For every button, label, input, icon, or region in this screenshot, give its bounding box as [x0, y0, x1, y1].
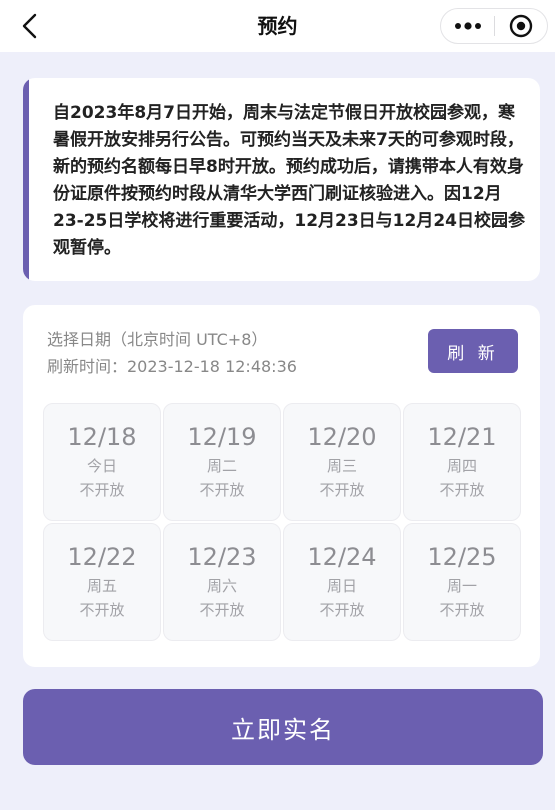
target-close-icon — [509, 14, 533, 38]
notice-card: 自2023年8月7日开始，周末与法定节假日开放校园参观，寒暑假开放安排另行公告。… — [23, 78, 540, 281]
more-dots-icon — [454, 22, 481, 30]
date-cell-weekday: 周二 — [206, 457, 237, 475]
date-grid: 12/18 今日 不开放 12/19 周二 不开放 12/20 周三 不开放 1… — [43, 403, 523, 641]
date-cell-weekday: 周日 — [326, 577, 357, 595]
date-cell-date: 12/19 — [187, 423, 257, 451]
date-cell-date: 12/20 — [307, 423, 377, 451]
notice-accent-bar — [23, 78, 29, 281]
date-cell-weekday: 周五 — [86, 577, 117, 595]
more-button[interactable] — [441, 9, 494, 43]
real-name-button[interactable]: 立即实名 — [23, 689, 543, 765]
date-cell-weekday: 周三 — [326, 457, 357, 475]
date-cell[interactable]: 12/22 周五 不开放 — [43, 523, 161, 641]
date-cell[interactable]: 12/21 周四 不开放 — [403, 403, 521, 521]
date-cell[interactable]: 12/20 周三 不开放 — [283, 403, 401, 521]
date-cell-status: 不开放 — [199, 601, 245, 619]
date-cell-status: 不开放 — [79, 481, 125, 499]
refresh-timestamp: 刷新时间：2023-12-18 12:48:36 — [47, 357, 297, 376]
date-cell[interactable]: 12/23 周六 不开放 — [163, 523, 281, 641]
back-button[interactable] — [14, 10, 46, 42]
date-cell-date: 12/25 — [427, 543, 497, 571]
refresh-button[interactable]: 刷 新 — [428, 329, 518, 373]
date-cell-weekday: 周一 — [446, 577, 477, 595]
date-cell-status: 不开放 — [319, 481, 365, 499]
date-cell-date: 12/24 — [307, 543, 377, 571]
date-cell-date: 12/18 — [67, 423, 137, 451]
mini-program-capsule — [440, 8, 548, 44]
date-cell-status: 不开放 — [439, 601, 485, 619]
date-cell-weekday: 今日 — [86, 457, 117, 475]
date-selection-label: 选择日期（北京时间 UTC+8） — [47, 330, 268, 349]
notice-text: 自2023年8月7日开始，周末与法定节假日开放校园参观，寒暑假开放安排另行公告。… — [53, 103, 525, 258]
date-cell-status: 不开放 — [79, 601, 125, 619]
date-cell-weekday: 周四 — [446, 457, 477, 475]
date-selection-panel: 选择日期（北京时间 UTC+8） 刷新时间：2023-12-18 12:48:3… — [23, 305, 540, 667]
date-cell[interactable]: 12/25 周一 不开放 — [403, 523, 521, 641]
date-cell-status: 不开放 — [319, 601, 365, 619]
navigation-bar: 预约 — [0, 0, 555, 52]
date-cell[interactable]: 12/19 周二 不开放 — [163, 403, 281, 521]
date-cell-date: 12/21 — [427, 423, 497, 451]
date-cell-date: 12/23 — [187, 543, 257, 571]
date-cell[interactable]: 12/18 今日 不开放 — [43, 403, 161, 521]
date-cell-status: 不开放 — [199, 481, 245, 499]
close-mini-program-button[interactable] — [495, 9, 547, 43]
date-cell-date: 12/22 — [67, 543, 137, 571]
chevron-left-icon — [22, 13, 37, 39]
date-cell-weekday: 周六 — [206, 577, 237, 595]
date-cell-status: 不开放 — [439, 481, 485, 499]
date-cell[interactable]: 12/24 周日 不开放 — [283, 523, 401, 641]
